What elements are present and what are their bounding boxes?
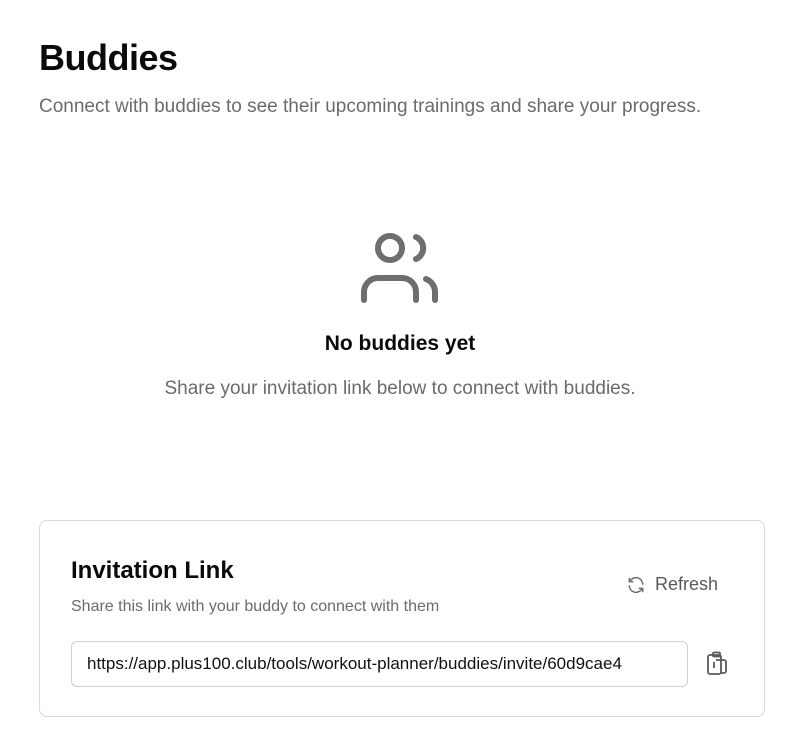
invitation-title: Invitation Link — [71, 557, 234, 584]
page-subtitle: Connect with buddies to see their upcomi… — [39, 96, 702, 117]
empty-state: No buddies yet Share your invitation lin… — [0, 228, 800, 401]
invitation-card: Invitation Link Share this link with you… — [39, 520, 765, 717]
clipboard-icon — [707, 651, 727, 675]
empty-state-title: No buddies yet — [324, 332, 476, 355]
copy-link-button[interactable] — [704, 651, 730, 679]
empty-state-text: Share your invitation link below to conn… — [164, 378, 636, 399]
invitation-subtitle: Share this link with your buddy to conne… — [71, 598, 440, 615]
users-icon — [361, 233, 438, 303]
refresh-icon — [628, 576, 644, 593]
refresh-label: Refresh — [654, 574, 718, 594]
refresh-button[interactable]: Refresh — [626, 574, 718, 595]
invitation-link-input[interactable] — [71, 641, 688, 687]
page-title: Buddies — [39, 37, 178, 78]
